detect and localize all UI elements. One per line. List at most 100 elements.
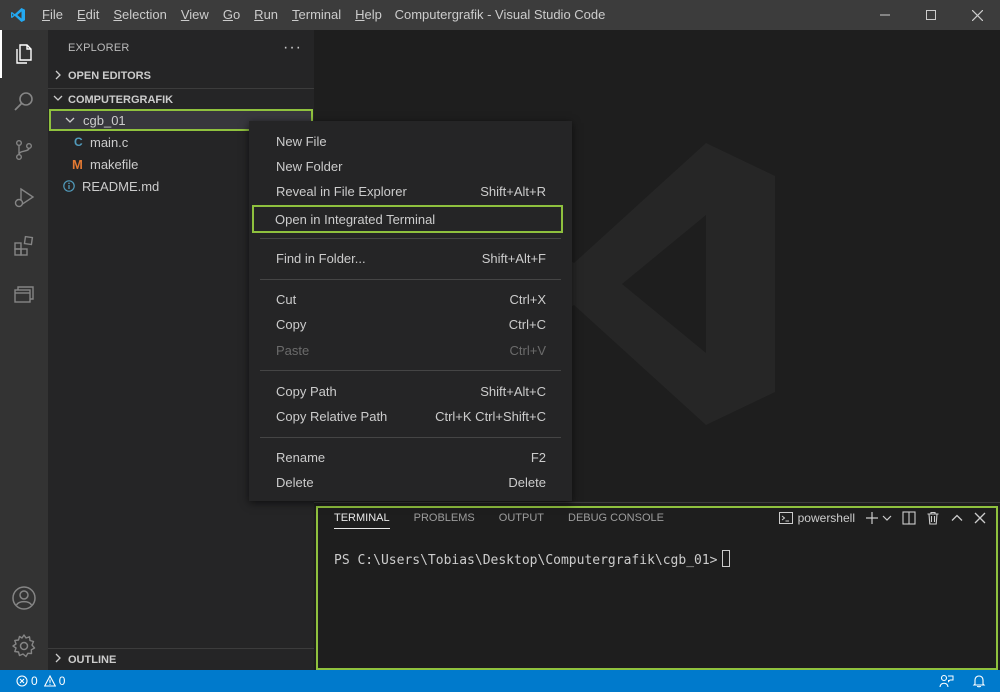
trash-icon: [927, 511, 939, 525]
plus-icon: [866, 512, 878, 524]
window-controls: [862, 0, 1000, 30]
explorer-activity-button[interactable]: [0, 30, 48, 78]
tab-terminal[interactable]: TERMINAL: [334, 512, 390, 529]
split-terminal-button[interactable]: [902, 511, 916, 525]
close-window-button[interactable]: [954, 0, 1000, 30]
menu-item-copy-path[interactable]: Copy Path Shift+Alt+C: [253, 379, 568, 403]
maximize-panel-button[interactable]: [950, 511, 964, 525]
chevron-down-icon: [65, 115, 77, 125]
menu-separator: [260, 437, 561, 438]
manage-activity-button[interactable]: [0, 622, 48, 670]
status-bar: 0 0: [0, 670, 1000, 692]
title-bar: File Edit Selection View Go Run Terminal…: [0, 0, 1000, 30]
feedback-icon: [939, 674, 954, 687]
extensions-icon: [14, 235, 34, 256]
error-icon: [16, 675, 28, 687]
outline-label: OUTLINE: [68, 653, 117, 666]
menu-item-paste: Paste Ctrl+V: [276, 342, 546, 358]
menu-terminal[interactable]: Terminal: [285, 0, 348, 30]
menu-item-delete[interactable]: Delete Delete: [253, 470, 568, 494]
minimize-icon: [880, 14, 890, 16]
maximize-icon: [926, 10, 936, 20]
remote-explorer-icon: [14, 286, 34, 303]
close-panel-button[interactable]: [974, 512, 986, 524]
feedback-button[interactable]: [939, 674, 954, 689]
problems-status[interactable]: 0 0: [0, 674, 65, 688]
open-editors-label: OPEN EDITORS: [68, 70, 151, 82]
extensions-activity-button[interactable]: [0, 222, 48, 270]
chevron-right-icon: [48, 70, 68, 83]
menu-item-new-file[interactable]: New File: [253, 129, 568, 153]
kill-terminal-button[interactable]: [926, 511, 940, 525]
context-menu: New File New Folder Reveal in File Explo…: [249, 121, 572, 501]
chevron-down-icon: [882, 515, 892, 521]
menu-item-reveal-in-explorer[interactable]: Reveal in File Explorer Shift+Alt+R: [253, 179, 568, 203]
menu-separator: [260, 279, 561, 280]
search-icon: [14, 92, 33, 111]
source-control-activity-button[interactable]: [0, 126, 48, 174]
bell-icon: [972, 675, 986, 688]
menu-run[interactable]: Run: [247, 0, 285, 30]
chevron-up-icon: [951, 514, 963, 521]
terminal-panel: TERMINAL PROBLEMS OUTPUT DEBUG CONSOLE p…: [314, 502, 1000, 670]
search-activity-button[interactable]: [0, 78, 48, 126]
close-icon: [971, 9, 983, 21]
folder-section-header[interactable]: COMPUTERGRAFIK: [48, 88, 314, 110]
shell-name: powershell: [797, 511, 855, 525]
panel-highlight-frame: [316, 506, 998, 670]
file-name-label: main.c: [90, 134, 129, 150]
menu-help[interactable]: Help: [348, 0, 389, 30]
chevron-right-icon: [48, 653, 68, 666]
menu-item-new-folder[interactable]: New Folder: [253, 154, 568, 178]
terminal-icon: [778, 512, 793, 524]
vscode-logo-icon: [0, 0, 35, 30]
chevron-down-icon: [48, 93, 68, 106]
folder-name-label: cgb_01: [83, 112, 126, 128]
more-actions-icon[interactable]: ···: [283, 39, 302, 55]
info-icon: [63, 180, 82, 192]
menu-bar: File Edit Selection View Go Run Terminal…: [35, 0, 389, 30]
outline-section-header[interactable]: OUTLINE: [48, 648, 314, 670]
warning-count: 0: [58, 674, 66, 688]
menu-go[interactable]: Go: [216, 0, 247, 30]
files-icon: [16, 44, 32, 64]
menu-edit[interactable]: Edit: [70, 0, 106, 30]
menu-item-rename[interactable]: Rename F2: [253, 445, 568, 469]
maximize-button[interactable]: [908, 0, 954, 30]
activity-bar: [0, 30, 48, 670]
new-terminal-button[interactable]: [865, 511, 892, 525]
tab-debug-console[interactable]: DEBUG CONSOLE: [568, 512, 664, 529]
menu-item-copy[interactable]: Copy Ctrl+C: [253, 312, 568, 336]
close-icon: [974, 512, 986, 524]
menu-view[interactable]: View: [174, 0, 216, 30]
panel-actions: powershell: [769, 511, 986, 525]
error-count: 0: [31, 674, 38, 688]
notifications-button[interactable]: [972, 674, 986, 688]
menu-separator: [260, 370, 561, 371]
run-debug-activity-button[interactable]: [0, 174, 48, 222]
menu-item-open-in-terminal[interactable]: Open in Integrated Terminal: [252, 205, 563, 233]
terminal-output[interactable]: PS C:\Users\Tobias\Desktop\Computergrafi…: [334, 550, 730, 568]
minimize-button[interactable]: [862, 0, 908, 30]
folder-section-label: COMPUTERGRAFIK: [68, 93, 174, 106]
open-editors-section-header[interactable]: OPEN EDITORS: [48, 65, 314, 87]
accounts-activity-button[interactable]: [0, 574, 48, 622]
terminal-selector[interactable]: powershell: [778, 511, 855, 525]
tab-output[interactable]: OUTPUT: [499, 512, 544, 529]
remote-explorer-activity-button[interactable]: [0, 270, 48, 318]
menu-separator: [260, 238, 561, 239]
menu-item-copy-relative-path[interactable]: Copy Relative Path Ctrl+K Ctrl+Shift+C: [253, 404, 568, 428]
split-icon: [902, 511, 916, 525]
sidebar-header: EXPLORER ···: [48, 30, 314, 65]
account-icon: [12, 586, 36, 610]
tab-problems[interactable]: PROBLEMS: [414, 512, 475, 529]
menu-item-cut[interactable]: Cut Ctrl+X: [253, 287, 568, 311]
terminal-cursor: [721, 550, 730, 567]
menu-file[interactable]: File: [35, 0, 70, 30]
gear-icon: [12, 634, 36, 658]
terminal-prompt: PS C:\Users\Tobias\Desktop\Computergrafi…: [334, 553, 718, 568]
source-control-icon: [15, 140, 32, 161]
menu-selection[interactable]: Selection: [106, 0, 173, 30]
run-debug-icon: [14, 187, 35, 208]
menu-item-find-in-folder[interactable]: Find in Folder... Shift+Alt+F: [253, 246, 568, 270]
